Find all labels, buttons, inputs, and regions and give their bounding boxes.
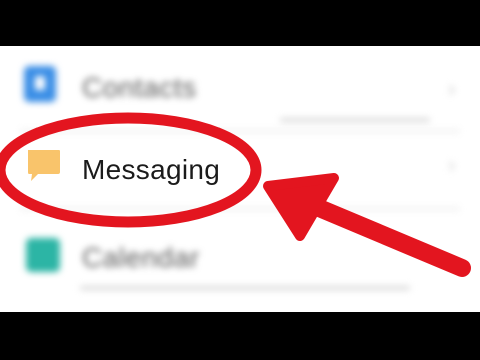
settings-item-label: Messaging xyxy=(82,154,221,185)
settings-item-calendar[interactable]: Calendar xyxy=(0,222,480,292)
chevron-right-icon: › xyxy=(448,76,456,101)
chevron-right-icon: › xyxy=(448,152,456,177)
settings-screen: Contacts › Messaging › Calendar xyxy=(0,46,480,312)
messaging-icon xyxy=(26,148,62,184)
settings-item-contacts[interactable]: Contacts › xyxy=(0,52,480,122)
settings-item-label: Contacts xyxy=(82,72,197,103)
divider xyxy=(20,208,460,210)
settings-item-label: Calendar xyxy=(82,242,200,273)
contacts-icon xyxy=(24,66,56,102)
settings-item-messaging[interactable]: Messaging › xyxy=(0,136,480,206)
divider xyxy=(20,130,460,132)
calendar-icon xyxy=(26,238,60,272)
